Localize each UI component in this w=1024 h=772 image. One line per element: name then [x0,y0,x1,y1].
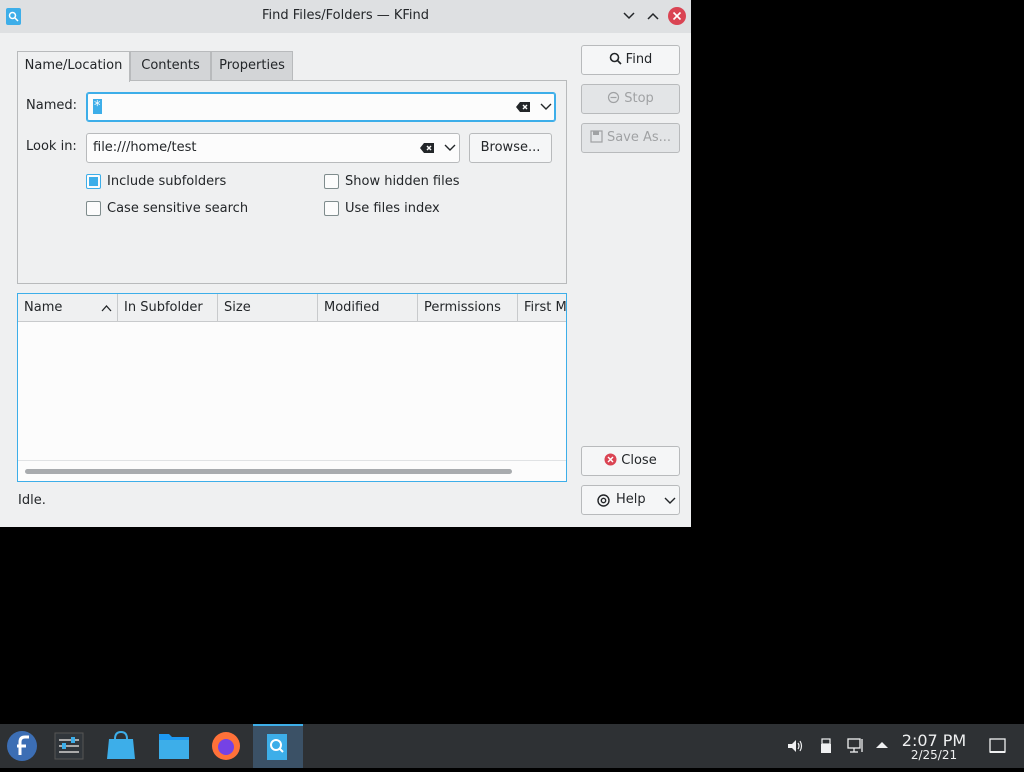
chevron-up-icon [647,12,659,20]
search-icon [609,52,622,65]
named-input[interactable]: * [86,92,556,122]
sort-ascending-icon [101,305,112,312]
chevron-down-icon[interactable] [540,102,552,112]
column-header-modified[interactable]: Modified [318,294,418,322]
window-title: Find Files/Folders — KFind [261,8,430,23]
discover-app[interactable] [97,724,147,768]
application-launcher[interactable] [0,724,50,768]
stop-button[interactable]: Stop [581,84,680,114]
kfind-window: Find Files/Folders — KFind Name/Location… [0,0,691,527]
column-header-first-match[interactable]: First M [518,294,566,322]
system-settings-app[interactable] [45,724,95,768]
firefox-app[interactable] [201,724,251,768]
column-header-in-subfolder[interactable]: In Subfolder [118,294,218,322]
find-button[interactable]: Find [581,45,680,75]
chevron-down-icon[interactable] [444,143,456,153]
close-circle-icon [604,453,617,466]
status-text: Idle. [18,493,46,508]
close-icon [672,11,682,21]
help-button[interactable]: Help [581,485,680,515]
clock-date[interactable]: 2/25/21 [896,748,972,762]
named-label: Named: [26,98,77,113]
include-subfolders-label[interactable]: Include subfolders [107,174,226,189]
taskbar [0,724,1024,768]
save-as-button[interactable]: Save As... [581,123,680,153]
show-hidden-label[interactable]: Show hidden files [345,174,460,189]
tray-expand-icon[interactable] [875,740,889,750]
fedora-icon [7,731,37,761]
look-in-label: Look in: [26,139,77,154]
folder-icon [159,734,189,759]
column-header-size[interactable]: Size [218,294,318,322]
kfind-icon [267,734,287,760]
shopping-bag-icon [107,730,135,759]
column-header-name[interactable]: Name [18,294,118,322]
results-table[interactable]: Name In Subfolder Size Modified Permissi… [17,293,567,482]
show-hidden-checkbox[interactable] [324,174,339,189]
clear-text-icon[interactable] [419,142,435,154]
maximize-button[interactable] [644,7,662,25]
help-icon [597,494,610,507]
include-subfolders-checkbox[interactable] [86,174,101,189]
titlebar[interactable]: Find Files/Folders — KFind [0,0,691,33]
network-icon[interactable] [846,737,866,755]
stop-icon [608,91,620,104]
look-in-value: file:///home/test [93,140,197,155]
minimize-button[interactable] [620,7,638,25]
settings-sliders-icon [54,732,84,760]
usb-device-icon[interactable] [818,737,834,755]
kfind-taskbar-item[interactable] [253,724,303,768]
scrollbar-thumb[interactable] [25,469,512,474]
browse-button[interactable]: Browse... [469,133,552,163]
case-sensitive-checkbox[interactable] [86,201,101,216]
dolphin-file-manager-app[interactable] [149,724,199,768]
tab-name-location[interactable]: Name/Location [17,51,130,82]
chevron-down-icon [623,12,635,20]
close-button[interactable]: Close [581,446,680,476]
use-index-checkbox[interactable] [324,201,339,216]
tab-properties[interactable]: Properties [211,51,293,80]
close-window-button[interactable] [668,7,686,25]
horizontal-scrollbar[interactable] [18,460,566,481]
column-header-permissions[interactable]: Permissions [418,294,518,322]
firefox-icon [212,732,240,760]
use-index-label[interactable]: Use files index [345,201,440,216]
clear-text-icon[interactable] [515,101,531,113]
volume-icon[interactable] [786,737,804,755]
named-value: * [93,99,102,114]
case-sensitive-label[interactable]: Case sensitive search [107,201,248,216]
chevron-down-icon[interactable] [664,496,676,505]
show-desktop-icon[interactable] [988,737,1008,755]
look-in-input[interactable]: file:///home/test [86,133,460,163]
save-icon [590,130,603,143]
tab-panel-name-location: Named: * Look in: file:///home/test Brow… [17,80,567,284]
tab-contents[interactable]: Contents [130,51,211,80]
